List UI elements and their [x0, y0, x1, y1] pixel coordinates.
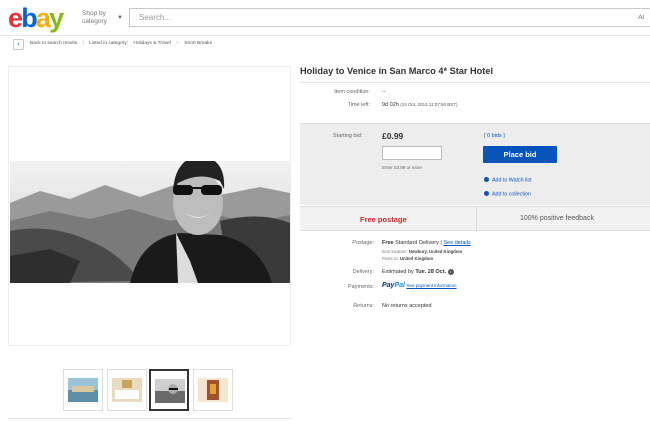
- delivery-value: Estimated by Tue. 28 Oct. i: [382, 269, 454, 275]
- chevron-down-icon: ▼: [117, 15, 123, 21]
- item-condition-label: Item condition:: [334, 89, 370, 95]
- watch-list-label: Add to Watch list: [492, 177, 532, 184]
- place-bid-button[interactable]: Place bid: [483, 146, 557, 163]
- hotel-room-thumb-image: [112, 378, 142, 402]
- bid-box: Starting bid: £0.99 [ 0 bids ] Place bid…: [300, 123, 650, 205]
- returns-label: Returns:: [353, 303, 374, 309]
- item-title: Holiday to Venice in San Marco 4* Star H…: [300, 66, 493, 76]
- breadcrumb-separator: |: [82, 41, 84, 46]
- payments-value: PayPal See payment information: [382, 282, 457, 289]
- ebay-logo[interactable]: ebay: [8, 3, 64, 33]
- harbour-thumb-image: [68, 378, 98, 402]
- thumbnail-selected[interactable]: [149, 369, 189, 411]
- starting-bid-price: £0.99: [382, 131, 404, 141]
- paypal-logo-pay: Pay: [382, 282, 395, 289]
- postage-label: Postage:: [352, 240, 374, 246]
- collection-label: Add to collection: [492, 191, 531, 198]
- add-to-collection-link[interactable]: Add to collection: [484, 191, 531, 198]
- postage-service: Standard Delivery |: [395, 240, 442, 246]
- seller-feedback[interactable]: 100% positive feedback: [520, 215, 594, 222]
- time-left-end: (24 Oct, 2014 11:07:50 BST): [400, 102, 458, 107]
- breadcrumb-separator: >: [176, 41, 179, 46]
- postage-price: Free: [382, 240, 394, 246]
- posts-to-value: United Kingdom: [399, 256, 434, 261]
- search-placeholder: Search...: [139, 13, 172, 22]
- eye-icon: [484, 177, 489, 182]
- shop-by-category-button[interactable]: Shop by category: [82, 10, 120, 25]
- see-details-link[interactable]: See details: [443, 240, 470, 246]
- plus-icon: [484, 191, 489, 196]
- postage-value: Free Standard Delivery | See details: [382, 240, 471, 246]
- search-input[interactable]: Search... Al: [129, 8, 650, 27]
- thumbnail[interactable]: [107, 369, 147, 411]
- site-header: ebay Shop by category ▼ Search... Al: [0, 0, 650, 36]
- bid-amount-input[interactable]: [382, 146, 442, 160]
- delivery-prefix: Estimated by: [382, 269, 414, 275]
- item-condition-value: --: [382, 89, 386, 95]
- paypal-logo-pal: Pal: [394, 282, 405, 289]
- add-to-watch-list-link[interactable]: Add to Watch list: [484, 177, 532, 184]
- logo-letter-b: b: [21, 3, 37, 33]
- info-icon[interactable]: i: [447, 269, 454, 275]
- back-arrow-icon[interactable]: ‹: [13, 39, 24, 50]
- divider: [476, 207, 477, 232]
- back-to-search-link[interactable]: Back to search results: [30, 41, 77, 46]
- posts-to-label: Posts to:: [382, 256, 399, 261]
- bid-hint: Enter £0.99 or more: [382, 165, 423, 170]
- item-location-label: Item location:: [382, 249, 408, 254]
- time-left-label: Time left:: [347, 102, 370, 108]
- item-location: Item location: Newbury, United Kingdom: [382, 249, 462, 254]
- time-left-duration: 9d 02h: [382, 102, 399, 108]
- delivery-date: Tue. 28 Oct.: [415, 269, 447, 275]
- starting-bid-label: Starting bid:: [333, 133, 363, 139]
- divider: [8, 418, 291, 419]
- item-location-value: Newbury, United Kingdom: [408, 249, 463, 254]
- logo-letter-e: e: [8, 3, 23, 33]
- logo-letter-a: a: [35, 3, 51, 33]
- interior-thumb-image: [198, 378, 228, 402]
- time-left-value: 9d 02h (24 Oct, 2014 11:07:50 BST): [382, 102, 458, 108]
- posts-to: Posts to: United Kingdom: [382, 256, 433, 261]
- logo-letter-y: y: [49, 3, 64, 33]
- category-select[interactable]: Al: [638, 14, 644, 21]
- main-item-photo[interactable]: [10, 161, 290, 283]
- delivery-label: Delivery:: [352, 269, 374, 275]
- postage-feedback-bar: Free postage 100% positive feedback: [300, 206, 650, 232]
- free-postage-badge: Free postage: [360, 215, 407, 224]
- thumbnail[interactable]: [193, 369, 233, 411]
- listed-in-label: Listed in category:: [89, 41, 129, 46]
- paypal-logo: PayPal: [382, 282, 405, 289]
- breadcrumb-subcategory[interactable]: Short Breaks: [184, 41, 212, 46]
- thumbnail[interactable]: [63, 369, 103, 411]
- header-divider: [0, 35, 650, 36]
- returns-value: No returns accepted: [382, 303, 432, 309]
- payments-label: Payments:: [348, 284, 374, 290]
- divider: [300, 82, 650, 83]
- breadcrumb-category[interactable]: Holidays & Travel: [133, 41, 170, 46]
- breadcrumb: Back to search results | Listed in categ…: [30, 41, 216, 46]
- selfie-thumb-image: [155, 379, 185, 403]
- payment-information-link[interactable]: See payment information: [407, 283, 457, 288]
- bid-count-link[interactable]: [ 0 bids ]: [484, 133, 505, 139]
